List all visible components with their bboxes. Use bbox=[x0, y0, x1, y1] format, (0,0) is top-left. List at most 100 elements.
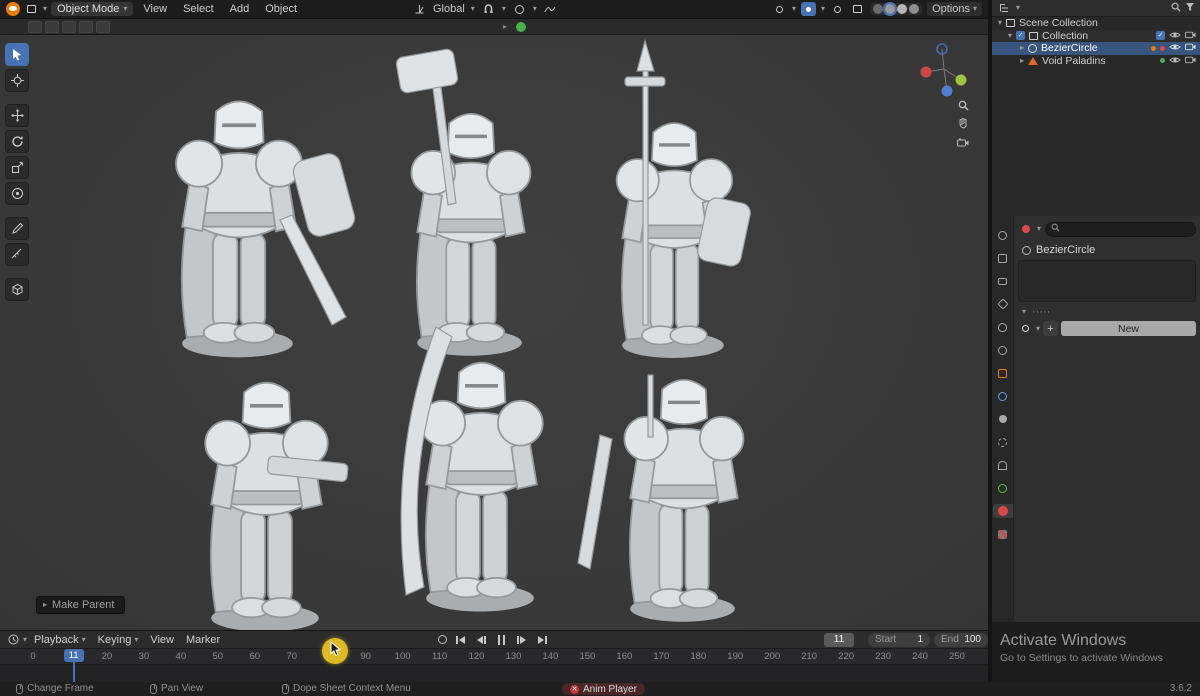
add-cube-tool[interactable] bbox=[5, 278, 29, 301]
viewport-3d[interactable]: ▸ Make Parent bbox=[0, 35, 988, 630]
options-dropdown[interactable]: Options ▾ bbox=[927, 2, 982, 16]
tab-world-icon[interactable] bbox=[993, 343, 1013, 357]
menu-marker[interactable]: Marker bbox=[181, 634, 225, 646]
tab-material-icon[interactable] bbox=[992, 504, 1013, 518]
camera-view-icon[interactable] bbox=[954, 134, 972, 150]
chevron-down-icon[interactable]: ▾ bbox=[1037, 225, 1041, 233]
chevron-down-icon[interactable]: ▾ bbox=[821, 5, 825, 13]
collection-visibility-icon[interactable] bbox=[96, 20, 110, 33]
chevron-down-icon[interactable]: ▾ bbox=[1016, 4, 1020, 12]
collection-checkbox[interactable]: ✓ bbox=[1016, 31, 1026, 41]
browse-material-icon[interactable] bbox=[1018, 322, 1033, 336]
navigation-gizmo[interactable] bbox=[914, 41, 974, 100]
outliner-row-beziercircle[interactable]: ▸ BezierCircle bbox=[992, 42, 1200, 55]
material-slot-list[interactable] bbox=[1018, 260, 1196, 302]
prev-keyframe-button[interactable] bbox=[474, 635, 489, 645]
transform-tool[interactable] bbox=[5, 182, 29, 205]
menu-view[interactable]: View bbox=[145, 634, 179, 646]
chevron-right-icon[interactable]: ▸ bbox=[1020, 56, 1024, 65]
selectability-icon[interactable] bbox=[772, 2, 787, 16]
select-box-tool[interactable] bbox=[5, 43, 29, 66]
tab-constraints-icon[interactable] bbox=[993, 458, 1013, 472]
chevron-down-icon[interactable]: ▾ bbox=[533, 5, 537, 13]
chevron-down-icon[interactable]: ▾ bbox=[43, 5, 47, 13]
orientation-label[interactable]: Global bbox=[433, 3, 465, 15]
blender-logo-icon[interactable] bbox=[6, 2, 20, 16]
collection-visibility-icon[interactable] bbox=[62, 20, 76, 33]
measure-tool[interactable] bbox=[5, 243, 29, 266]
outliner-row-collection[interactable]: ▾ ✓ Collection ✓ bbox=[992, 29, 1200, 42]
hide-eye-icon[interactable] bbox=[1169, 55, 1181, 67]
outliner-row-scene-collection[interactable]: ▾ Scene Collection bbox=[992, 17, 1200, 30]
slot-specials-row[interactable]: ▾ ····· bbox=[1022, 306, 1196, 318]
mode-select[interactable]: Object Mode ▾ bbox=[51, 2, 134, 16]
annotate-tool[interactable] bbox=[5, 217, 29, 240]
transform-orientation-icon[interactable] bbox=[412, 2, 427, 16]
chevron-down-icon[interactable]: ▾ bbox=[471, 5, 475, 13]
render-camera-icon[interactable] bbox=[1185, 42, 1196, 54]
menu-select[interactable]: Select bbox=[177, 2, 220, 16]
jump-to-end-button[interactable] bbox=[535, 635, 550, 645]
collection-visibility-icon[interactable] bbox=[45, 20, 59, 33]
tab-object-icon[interactable] bbox=[993, 366, 1013, 380]
collection-visibility-icon[interactable] bbox=[79, 20, 93, 33]
chevron-right-icon[interactable]: ▸ bbox=[1020, 44, 1024, 52]
scale-tool[interactable] bbox=[5, 156, 29, 179]
new-material-button[interactable]: New bbox=[1061, 321, 1196, 336]
tab-render-icon[interactable] bbox=[993, 251, 1013, 265]
tab-physics-icon[interactable] bbox=[993, 435, 1013, 449]
pause-button[interactable] bbox=[495, 634, 508, 646]
collection-visibility-icon[interactable] bbox=[28, 20, 42, 33]
frame-ruler[interactable]: 0203040506070809010011012013014015016017… bbox=[0, 649, 988, 665]
chevron-down-icon[interactable]: ▾ bbox=[502, 5, 506, 13]
filter-icon[interactable] bbox=[1185, 2, 1195, 15]
tab-particles-icon[interactable] bbox=[993, 412, 1013, 426]
collection-checkbox[interactable]: ✓ bbox=[1156, 31, 1165, 41]
shading-wireframe-icon[interactable] bbox=[873, 4, 884, 14]
plus-icon[interactable]: + bbox=[1043, 321, 1059, 336]
proportional-editing-icon[interactable] bbox=[512, 2, 527, 16]
editor-type-icon[interactable] bbox=[24, 2, 39, 16]
render-camera-icon[interactable] bbox=[1185, 55, 1196, 67]
snap-magnet-icon[interactable] bbox=[481, 2, 496, 16]
chevron-down-icon[interactable]: ▾ bbox=[23, 635, 27, 644]
properties-breadcrumb-icon[interactable] bbox=[1018, 222, 1033, 236]
tab-texture-icon[interactable] bbox=[993, 527, 1013, 541]
menu-keying[interactable]: Keying ▾ bbox=[93, 634, 144, 646]
move-tool[interactable] bbox=[5, 104, 29, 127]
chevron-right-icon[interactable]: ▸ bbox=[503, 22, 507, 31]
hide-eye-icon[interactable] bbox=[1169, 42, 1181, 54]
timeline-track[interactable] bbox=[0, 665, 988, 683]
shading-rendered-icon[interactable] bbox=[909, 4, 920, 14]
current-frame-field[interactable]: 11 bbox=[824, 632, 854, 647]
frame-start-field[interactable]: Start 1 bbox=[868, 632, 930, 647]
tab-tool-icon[interactable] bbox=[993, 228, 1013, 242]
jump-to-start-button[interactable] bbox=[453, 635, 468, 645]
chevron-down-icon[interactable]: ▾ bbox=[792, 5, 796, 13]
operator-panel[interactable]: ▸ Make Parent bbox=[36, 596, 126, 614]
pan-hand-icon[interactable] bbox=[954, 115, 972, 131]
search-icon[interactable] bbox=[1171, 2, 1181, 15]
anim-player-status[interactable]: ✕ Anim Player bbox=[562, 683, 645, 695]
cursor-tool[interactable] bbox=[5, 69, 29, 92]
shading-material-icon[interactable] bbox=[897, 4, 908, 14]
menu-add[interactable]: Add bbox=[224, 2, 256, 16]
menu-object[interactable]: Object bbox=[259, 2, 303, 16]
outliner-editor-icon[interactable] bbox=[997, 1, 1012, 15]
tab-output-icon[interactable] bbox=[993, 274, 1013, 288]
menu-view[interactable]: View bbox=[137, 2, 173, 16]
tab-modifiers-icon[interactable] bbox=[993, 389, 1013, 403]
menu-playback[interactable]: Playback ▾ bbox=[29, 634, 91, 646]
close-icon[interactable]: ✕ bbox=[570, 684, 579, 694]
falloff-curve-icon[interactable] bbox=[543, 2, 558, 16]
properties-search-input[interactable] bbox=[1045, 221, 1196, 237]
zoom-view-icon[interactable] bbox=[954, 97, 972, 113]
tab-view-layer-icon[interactable] bbox=[993, 297, 1013, 311]
chevron-down-icon[interactable]: ▾ bbox=[1008, 31, 1012, 40]
frame-end-field[interactable]: End 100 bbox=[934, 632, 988, 647]
tab-scene-icon[interactable] bbox=[993, 320, 1013, 334]
hide-eye-icon[interactable] bbox=[1169, 30, 1181, 42]
overlays-toggle-icon[interactable] bbox=[830, 2, 845, 16]
timeline-editor-icon[interactable] bbox=[6, 633, 21, 647]
auto-keying-icon[interactable] bbox=[438, 635, 447, 644]
